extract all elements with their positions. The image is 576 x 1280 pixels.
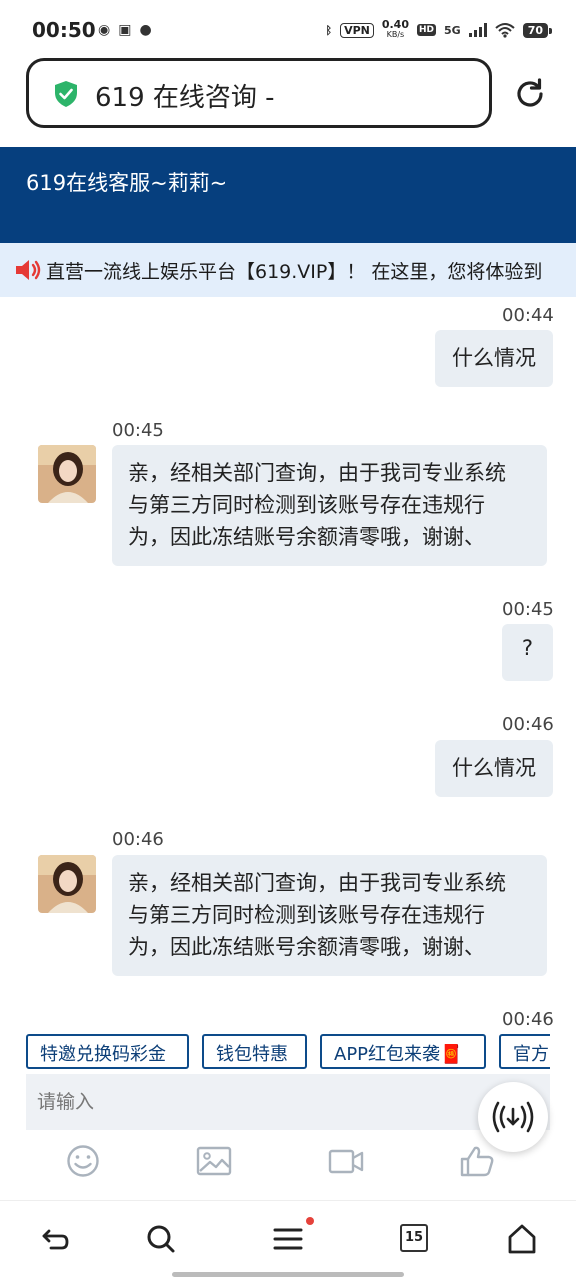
quick-button-wallet-offer[interactable]: 钱包特惠 — [202, 1034, 307, 1069]
video-icon[interactable] — [328, 1144, 364, 1178]
menu-icon[interactable] — [272, 1223, 304, 1255]
agent-avatar — [38, 445, 96, 503]
secure-shield-icon — [55, 81, 77, 107]
network-speed: 0.40 KB/s — [381, 18, 409, 40]
vpn-badge: VPN — [340, 22, 374, 38]
speaker-icon — [16, 260, 41, 280]
chat-title: 619在线客服~莉莉~ — [26, 171, 228, 195]
notification-dot — [306, 1217, 314, 1225]
announcement-text: 直营一流线上娱乐平台【619.VIP】！ 在这里，您将体验到 — [46, 261, 543, 283]
user-message-bubble: 什么情况 — [435, 740, 553, 797]
quick-button-official[interactable]: 官方 — [499, 1034, 550, 1069]
agent-message-line: 为，因此冻结账号余额清零哦，谢谢、 — [128, 935, 485, 959]
reload-icon[interactable] — [512, 76, 548, 112]
message-time: 00:46 — [502, 1009, 554, 1030]
download-broadcast-icon — [492, 1101, 534, 1133]
agent-message-line: 亲，经相关部门查询，由于我司专业系统 — [128, 871, 506, 895]
page-address-text: 619 在线咨询 - — [95, 83, 275, 113]
signal-icon — [468, 23, 487, 37]
announcement-marquee[interactable]: 直营一流线上娱乐平台【619.VIP】！ 在这里，您将体验到 — [0, 243, 576, 297]
speed-unit: KB/s — [386, 30, 405, 39]
app-notification-icon: ◉ — [98, 22, 111, 38]
message-time: 00:46 — [112, 829, 164, 850]
user-message-bubble: 什么情况 — [435, 330, 553, 387]
image-icon[interactable] — [196, 1144, 232, 1178]
bluetooth-icon: ᛒ — [325, 23, 333, 37]
quick-reply-row[interactable]: 特邀兑换码彩金 钱包特惠 APP红包来袭🧧 官方 — [26, 1034, 550, 1070]
message-time: 00:44 — [502, 305, 554, 326]
message-time: 00:46 — [502, 714, 554, 735]
speed-value: 0.40 — [381, 18, 409, 31]
agent-message-line: 为，因此冻结账号余额清零哦，谢谢、 — [128, 525, 485, 549]
message-input-area — [26, 1074, 550, 1130]
home-indicator[interactable] — [172, 1272, 404, 1277]
home-icon[interactable] — [506, 1223, 538, 1255]
message-time: 00:45 — [502, 599, 554, 620]
agent-avatar — [38, 855, 96, 913]
user-message-bubble: ? — [502, 624, 553, 681]
thumbs-up-icon[interactable] — [459, 1144, 495, 1178]
browser-nav-bar — [0, 1200, 576, 1280]
address-bar[interactable]: 619 在线咨询 - — [26, 58, 492, 128]
hd-badge: HD — [416, 24, 436, 36]
agent-message-line: 亲，经相关部门查询，由于我司专业系统 — [128, 461, 506, 485]
wifi-icon — [495, 23, 515, 38]
status-bar: 00:50 ◉ ▣ ● ᛒ VPN 0.40 KB/s HD 5G 70 — [0, 0, 576, 58]
chat-notification-icon: ● — [139, 22, 152, 38]
emoji-icon[interactable] — [65, 1144, 101, 1178]
quick-button-redeem-code[interactable]: 特邀兑换码彩金 — [26, 1034, 189, 1069]
status-time: 00:50 — [32, 18, 96, 42]
notification-icons: ◉ ▣ ● — [98, 22, 152, 38]
network-type: 5G — [444, 23, 461, 37]
chat-header: 619在线客服~莉莉~ — [0, 147, 576, 243]
agent-message-line: 与第三方同时检测到该账号存在违规行 — [128, 493, 485, 517]
battery-indicator: 70 — [522, 22, 553, 38]
back-icon[interactable] — [38, 1223, 70, 1255]
tab-count-button[interactable]: 15 — [400, 1224, 428, 1252]
agent-message-bubble: 亲，经相关部门查询，由于我司专业系统 与第三方同时检测到该账号存在违规行 为，因… — [112, 855, 547, 976]
agent-message-line: 与第三方同时检测到该账号存在违规行 — [128, 903, 485, 927]
status-right-icons: ᛒ VPN 0.40 KB/s HD 5G 70 — [325, 18, 553, 40]
agent-message-bubble: 亲，经相关部门查询，由于我司专业系统 与第三方同时检测到该账号存在违规行 为，因… — [112, 445, 547, 566]
message-list[interactable]: 00:44 什么情况 00:45 亲，经相关部门查询，由于我司专业系统 与第三方… — [0, 297, 576, 1032]
message-input[interactable] — [26, 1074, 486, 1130]
search-icon[interactable] — [145, 1223, 177, 1255]
floating-action-button[interactable] — [478, 1082, 548, 1152]
message-time: 00:45 — [112, 420, 164, 441]
quick-button-app-red-packet[interactable]: APP红包来袭🧧 — [320, 1034, 486, 1069]
app-notification-icon-2: ▣ — [118, 22, 132, 38]
